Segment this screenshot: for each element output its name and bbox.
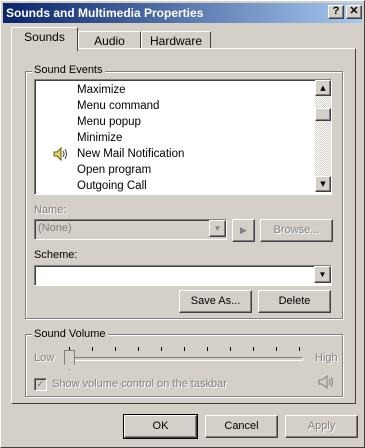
- sound-volume-label: Sound Volume: [32, 328, 108, 340]
- volume-slider-track[interactable]: [65, 357, 303, 361]
- cancel-button[interactable]: Cancel: [205, 415, 278, 438]
- dropdown-arrow-icon[interactable]: ▼: [209, 220, 226, 237]
- list-item[interactable]: Maximize: [77, 82, 126, 98]
- show-volume-checkbox-label: Show volume control on the taskbar: [52, 378, 227, 390]
- volume-low-label: Low: [34, 352, 55, 364]
- vertical-scrollbar[interactable]: ▲ ▼: [315, 80, 331, 192]
- help-icon: ?: [332, 5, 340, 17]
- sound-events-list[interactable]: Maximize Menu command Menu popup Minimiz…: [34, 79, 332, 195]
- tick: [253, 347, 254, 351]
- close-icon: ✕: [349, 5, 359, 17]
- sound-events-label: Sound Events: [32, 64, 105, 76]
- tick: [92, 347, 93, 351]
- show-volume-checkbox[interactable]: ✓: [34, 378, 47, 391]
- tick: [299, 347, 300, 351]
- window-title: Sounds and Multimedia Properties: [6, 6, 204, 20]
- tick: [276, 347, 277, 351]
- name-label: Name:: [34, 204, 67, 216]
- tick: [184, 347, 185, 351]
- scroll-up-icon[interactable]: ▲: [315, 80, 331, 96]
- volume-high-label: High: [315, 352, 338, 364]
- list-item[interactable]: Open program: [77, 162, 151, 178]
- list-item[interactable]: Minimize: [77, 130, 122, 146]
- tick: [161, 347, 162, 351]
- volume-icon: [318, 374, 333, 390]
- play-icon: ▶: [240, 225, 247, 235]
- save-as-button[interactable]: Save As...: [179, 290, 252, 313]
- dropdown-arrow-icon[interactable]: ▼: [314, 266, 331, 283]
- scheme-dropdown[interactable]: ▼: [34, 265, 332, 286]
- apply-button[interactable]: Apply: [285, 415, 358, 438]
- list-item[interactable]: Outgoing Call: [77, 178, 147, 194]
- list-item[interactable]: Menu command: [77, 98, 159, 114]
- speaker-icon: [53, 147, 67, 161]
- browse-button[interactable]: Browse...: [260, 219, 333, 242]
- list-item[interactable]: Menu popup: [77, 114, 141, 130]
- close-button[interactable]: ✕: [346, 5, 362, 19]
- scheme-label: Scheme:: [34, 249, 78, 261]
- scroll-thumb[interactable]: [315, 108, 331, 121]
- scroll-down-icon[interactable]: ▼: [315, 176, 331, 192]
- tick: [115, 347, 116, 351]
- play-button[interactable]: ▶: [232, 219, 255, 242]
- tick: [207, 347, 208, 351]
- delete-button[interactable]: Delete: [258, 290, 331, 313]
- ok-button[interactable]: OK: [123, 414, 198, 439]
- tick: [138, 347, 139, 351]
- tab-sounds[interactable]: Sounds: [11, 27, 78, 51]
- list-item[interactable]: New Mail Notification: [77, 146, 184, 162]
- tick: [230, 347, 231, 351]
- properties-dialog: Sounds and Multimedia Properties ? ✕ Sou…: [0, 0, 365, 448]
- name-dropdown[interactable]: (None) ▼: [34, 219, 227, 240]
- help-button[interactable]: ?: [328, 5, 344, 19]
- title-bar: Sounds and Multimedia Properties ? ✕: [3, 3, 362, 23]
